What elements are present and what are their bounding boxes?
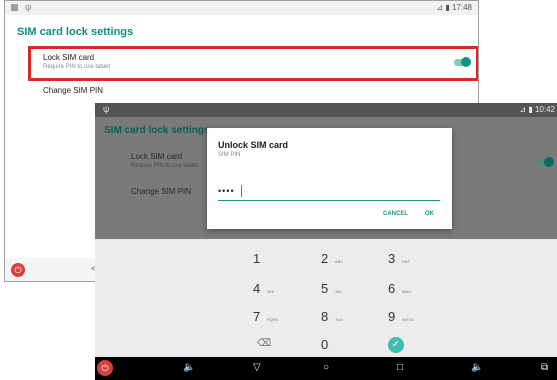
checkmark-icon: ✓ bbox=[388, 337, 404, 353]
key-8[interactable]: 8 TUV bbox=[321, 305, 381, 331]
status-time: 17:48 bbox=[451, 3, 472, 12]
front-screenshot: ψ ⊿ ▮ 10:42 SIM card lock settings Lock … bbox=[95, 103, 557, 380]
home-icon[interactable]: ○ bbox=[323, 362, 329, 373]
numeric-keypad: 1 2 ABC 3 DEF 4 GHI 5 JKL 6 MNO 7 PQRS 8 TUV 9W… bbox=[95, 239, 557, 357]
key-2[interactable]: 2 ABC bbox=[321, 247, 381, 273]
text-cursor bbox=[241, 185, 242, 197]
power-icon[interactable]: ⏻ bbox=[97, 360, 113, 376]
screenshot-icon[interactable]: ⧉ bbox=[541, 362, 548, 373]
power-icon[interactable]: ⏻ bbox=[11, 263, 25, 277]
change-sim-pin[interactable]: Change SIM PIN bbox=[43, 86, 103, 95]
dialog-subtitle: SIM PIN bbox=[218, 152, 241, 158]
backspace-key[interactable]: ⌫ bbox=[257, 333, 317, 359]
lock-sim-toggle[interactable] bbox=[454, 57, 471, 67]
volume-down-icon[interactable]: 🔈 bbox=[183, 362, 195, 373]
usb-icon: ψ bbox=[103, 104, 110, 114]
lock-sim-label[interactable]: Lock SIM card bbox=[43, 53, 94, 62]
ok-button[interactable]: OK bbox=[425, 211, 434, 217]
key-9[interactable]: 9 WXYZ bbox=[388, 305, 448, 331]
dialog-title: Unlock SIM card bbox=[218, 140, 289, 150]
unlock-sim-dialog: Unlock SIM card SIM PIN •••• CANCEL OK bbox=[207, 128, 452, 229]
pin-value: •••• bbox=[218, 186, 235, 196]
lock-sim-toggle bbox=[537, 157, 554, 167]
recents-icon[interactable]: □ bbox=[397, 362, 403, 373]
backspace-icon: ⌫ bbox=[257, 338, 272, 349]
key-5[interactable]: 5 JKL bbox=[321, 277, 381, 303]
key-4[interactable]: 4 GHI bbox=[253, 277, 313, 303]
change-sim-pin: Change SIM PIN bbox=[131, 187, 192, 196]
toggle-knob bbox=[544, 157, 554, 167]
key-1[interactable]: 1 bbox=[253, 247, 313, 273]
lock-sim-summary: Require PIN to use tablet bbox=[43, 64, 111, 70]
status-bar: ψ ⊿ ▮ 17:48 bbox=[5, 1, 478, 15]
cancel-button[interactable]: CANCEL bbox=[383, 211, 408, 217]
back-icon[interactable]: ▽ bbox=[253, 362, 261, 373]
done-key[interactable]: ✓ bbox=[388, 333, 448, 359]
status-bar: ψ ⊿ ▮ 10:42 bbox=[95, 103, 557, 117]
usb-icon: ψ bbox=[25, 2, 32, 12]
volume-up-icon[interactable]: 🔈 bbox=[471, 362, 483, 373]
key-0[interactable]: 0. bbox=[321, 333, 381, 359]
page-title: SIM card lock settings bbox=[104, 125, 210, 136]
key-7[interactable]: 7 PQRS bbox=[253, 305, 313, 331]
key-6[interactable]: 6 MNO bbox=[388, 277, 448, 303]
toggle-knob bbox=[461, 57, 471, 67]
navigation-bar: ⏻ 🔈 ▽ ○ □ 🔈 ⧉ bbox=[95, 357, 557, 380]
sim-pin-input[interactable]: •••• bbox=[218, 184, 440, 201]
signal-battery-icons: ⊿ ▮ bbox=[436, 3, 450, 12]
notification-icon bbox=[11, 4, 18, 11]
lock-sim-summary: Require PIN to use tablet bbox=[131, 163, 199, 169]
signal-battery-icons: ⊿ ▮ bbox=[519, 105, 533, 114]
page-title: SIM card lock settings bbox=[17, 26, 134, 38]
key-3[interactable]: 3 DEF bbox=[388, 247, 448, 273]
status-time: 10:42 bbox=[534, 105, 555, 114]
lock-sim-label: Lock SIM card bbox=[131, 152, 183, 161]
